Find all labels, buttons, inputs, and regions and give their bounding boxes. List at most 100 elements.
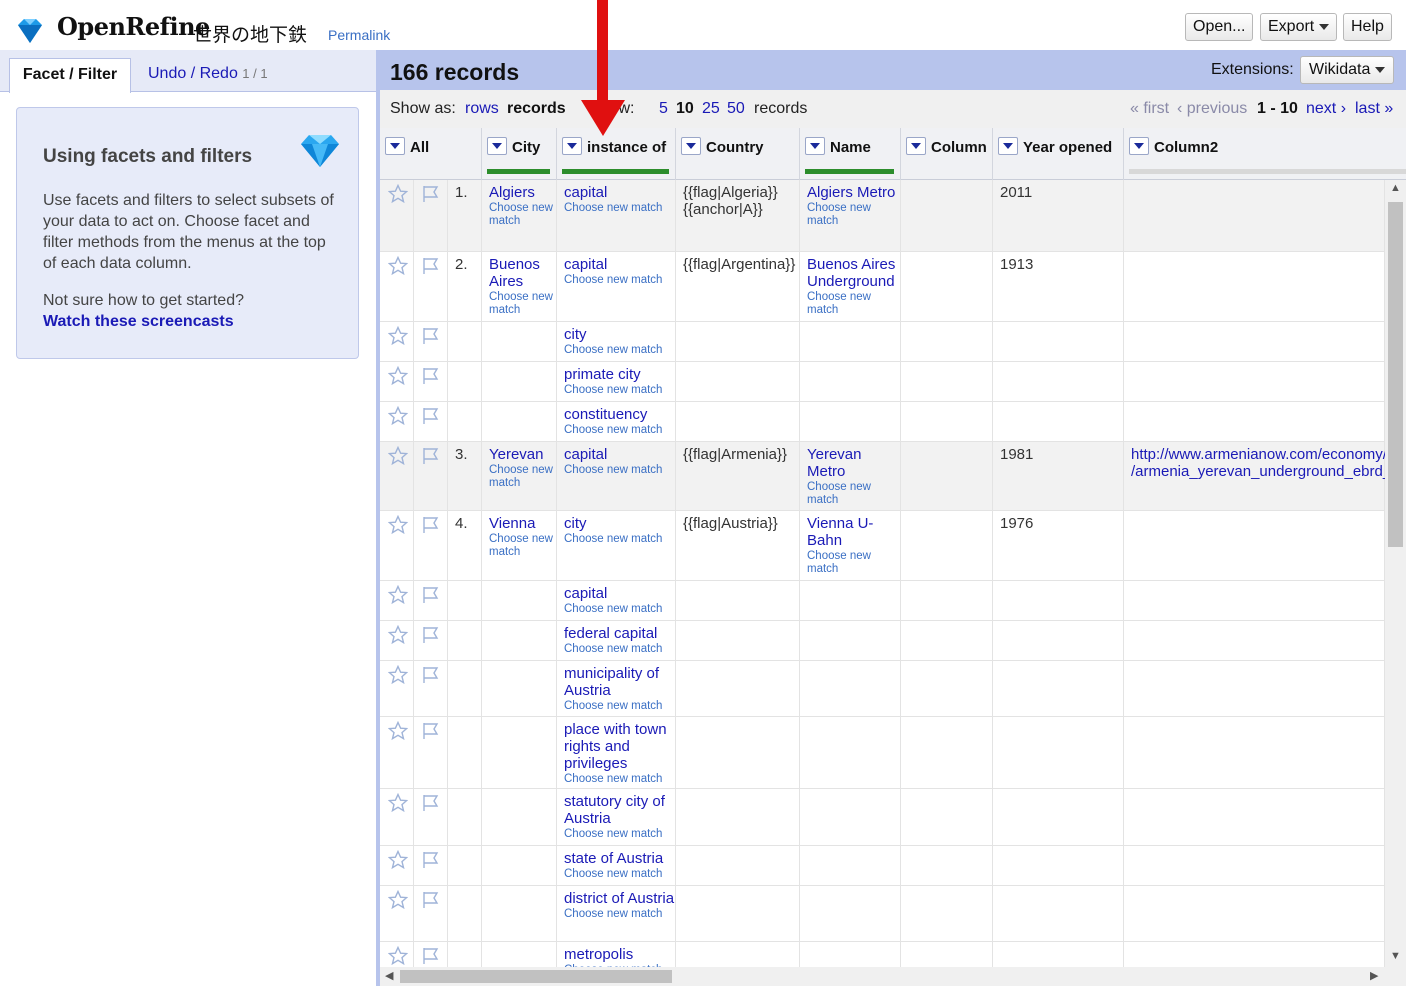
recon-match-link[interactable]: constituency	[564, 406, 647, 423]
recon-match-link[interactable]: Algiers Metro	[807, 184, 895, 201]
recon-match-link[interactable]: capital	[564, 184, 607, 201]
openrefine-logo-icon[interactable]	[14, 16, 46, 46]
star-icon[interactable]	[387, 445, 409, 466]
flag-icon[interactable]	[421, 366, 441, 386]
page-size-10[interactable]: 10	[676, 100, 694, 118]
tab-undo-redo[interactable]: Undo / Redo 1 / 1	[148, 65, 268, 83]
star-icon[interactable]	[387, 183, 409, 204]
scroll-right-icon[interactable]: ▶	[1370, 969, 1378, 982]
column-menu-icon[interactable]	[385, 137, 405, 155]
show-as-rows-link[interactable]: rows	[465, 100, 499, 118]
horizontal-scrollbar[interactable]: ◀ ▶	[380, 967, 1406, 986]
vertical-scrollbar[interactable]: ▲ ▼	[1385, 180, 1406, 967]
star-icon[interactable]	[387, 792, 409, 813]
choose-new-match-link[interactable]: Choose new match	[564, 384, 662, 397]
flag-icon[interactable]	[421, 446, 441, 466]
recon-match-link[interactable]: municipality of Austria	[564, 665, 659, 699]
scroll-up-icon[interactable]: ▲	[1390, 182, 1401, 194]
choose-new-match-link[interactable]: Choose new match	[564, 700, 675, 713]
star-icon[interactable]	[387, 849, 409, 870]
last-page-link[interactable]: last »	[1355, 100, 1393, 118]
choose-new-match-link[interactable]: Choose new match	[564, 643, 662, 656]
column-menu-icon[interactable]	[487, 137, 507, 155]
vertical-scroll-thumb[interactable]	[1388, 202, 1403, 547]
recon-match-link[interactable]: district of Austria	[564, 890, 674, 907]
star-icon[interactable]	[387, 405, 409, 426]
flag-icon[interactable]	[421, 721, 441, 741]
flag-icon[interactable]	[421, 326, 441, 346]
flag-icon[interactable]	[421, 184, 441, 204]
flag-icon[interactable]	[421, 890, 441, 910]
recon-match-link[interactable]: city	[564, 326, 587, 343]
flag-icon[interactable]	[421, 665, 441, 685]
column-menu-icon[interactable]	[681, 137, 701, 155]
flag-icon[interactable]	[421, 256, 441, 276]
choose-new-match-link[interactable]: Choose new match	[564, 424, 662, 437]
choose-new-match-link[interactable]: Choose new match	[489, 464, 556, 490]
previous-page-link[interactable]: ‹ previous	[1177, 100, 1247, 118]
choose-new-match-link[interactable]: Choose new match	[564, 868, 663, 881]
scroll-left-icon[interactable]: ◀	[385, 969, 393, 982]
flag-icon[interactable]	[421, 585, 441, 605]
recon-match-link[interactable]: metropolis	[564, 946, 633, 963]
column-menu-icon[interactable]	[906, 137, 926, 155]
choose-new-match-link[interactable]: Choose new match	[564, 202, 662, 215]
recon-match-link[interactable]: Buenos Aires	[489, 256, 540, 290]
flag-icon[interactable]	[421, 515, 441, 535]
choose-new-match-link[interactable]: Choose new match	[564, 274, 662, 287]
choose-new-match-link[interactable]: Choose new match	[489, 533, 556, 559]
star-icon[interactable]	[387, 325, 409, 346]
recon-match-link[interactable]: Algiers	[489, 184, 535, 201]
recon-match-link[interactable]: Yerevan	[489, 446, 544, 463]
show-as-records[interactable]: records	[507, 100, 566, 118]
flag-icon[interactable]	[421, 793, 441, 813]
choose-new-match-link[interactable]: Choose new match	[564, 773, 675, 786]
screencasts-link[interactable]: Watch these screencasts	[43, 313, 234, 331]
flag-icon[interactable]	[421, 946, 441, 966]
recon-match-link[interactable]: Vienna U-Bahn	[807, 515, 873, 549]
scroll-down-icon[interactable]: ▼	[1390, 950, 1401, 962]
star-icon[interactable]	[387, 584, 409, 605]
choose-new-match-link[interactable]: Choose new match	[489, 291, 556, 317]
flag-icon[interactable]	[421, 406, 441, 426]
choose-new-match-link[interactable]: Choose new match	[564, 603, 662, 616]
choose-new-match-link[interactable]: Choose new match	[807, 481, 900, 507]
column-menu-icon[interactable]	[805, 137, 825, 155]
choose-new-match-link[interactable]: Choose new match	[807, 550, 900, 576]
page-size-5[interactable]: 5	[659, 100, 668, 118]
star-icon[interactable]	[387, 889, 409, 910]
column-header-all[interactable]: All	[380, 128, 482, 180]
flag-icon[interactable]	[421, 850, 441, 870]
next-page-link[interactable]: next ›	[1306, 100, 1346, 118]
first-page-link[interactable]: « first	[1130, 100, 1169, 118]
column-header-column[interactable]: Column	[901, 128, 993, 180]
page-size-50[interactable]: 50	[727, 100, 745, 118]
permalink-link[interactable]: Permalink	[328, 27, 390, 43]
choose-new-match-link[interactable]: Choose new match	[564, 828, 675, 841]
recon-match-link[interactable]: state of Austria	[564, 850, 663, 867]
column-header-year-opened[interactable]: Year opened	[993, 128, 1124, 180]
column-header-name[interactable]: Name	[800, 128, 901, 180]
recon-match-link[interactable]: statutory city of Austria	[564, 793, 665, 827]
recon-match-link[interactable]: capital	[564, 256, 607, 273]
column-menu-icon[interactable]	[1129, 137, 1149, 155]
choose-new-match-link[interactable]: Choose new match	[564, 344, 662, 357]
recon-match-link[interactable]: federal capital	[564, 625, 657, 642]
page-size-25[interactable]: 25	[702, 100, 720, 118]
choose-new-match-link[interactable]: Choose new match	[807, 291, 900, 317]
wikidata-extension-button[interactable]: Wikidata	[1300, 56, 1395, 84]
help-button[interactable]: Help	[1343, 13, 1392, 41]
recon-match-link[interactable]: Vienna	[489, 515, 535, 532]
column-header-city[interactable]: City	[482, 128, 557, 180]
recon-match-link[interactable]: Buenos Aires Underground	[807, 256, 895, 290]
star-icon[interactable]	[387, 255, 409, 276]
choose-new-match-link[interactable]: Choose new match	[807, 202, 900, 228]
star-icon[interactable]	[387, 945, 409, 966]
star-icon[interactable]	[387, 624, 409, 645]
column-menu-icon[interactable]	[998, 137, 1018, 155]
recon-match-link[interactable]: city	[564, 515, 587, 532]
star-icon[interactable]	[387, 720, 409, 741]
recon-match-link[interactable]: capital	[564, 585, 607, 602]
star-icon[interactable]	[387, 664, 409, 685]
recon-match-link[interactable]: place with town rights and privileges	[564, 721, 667, 772]
